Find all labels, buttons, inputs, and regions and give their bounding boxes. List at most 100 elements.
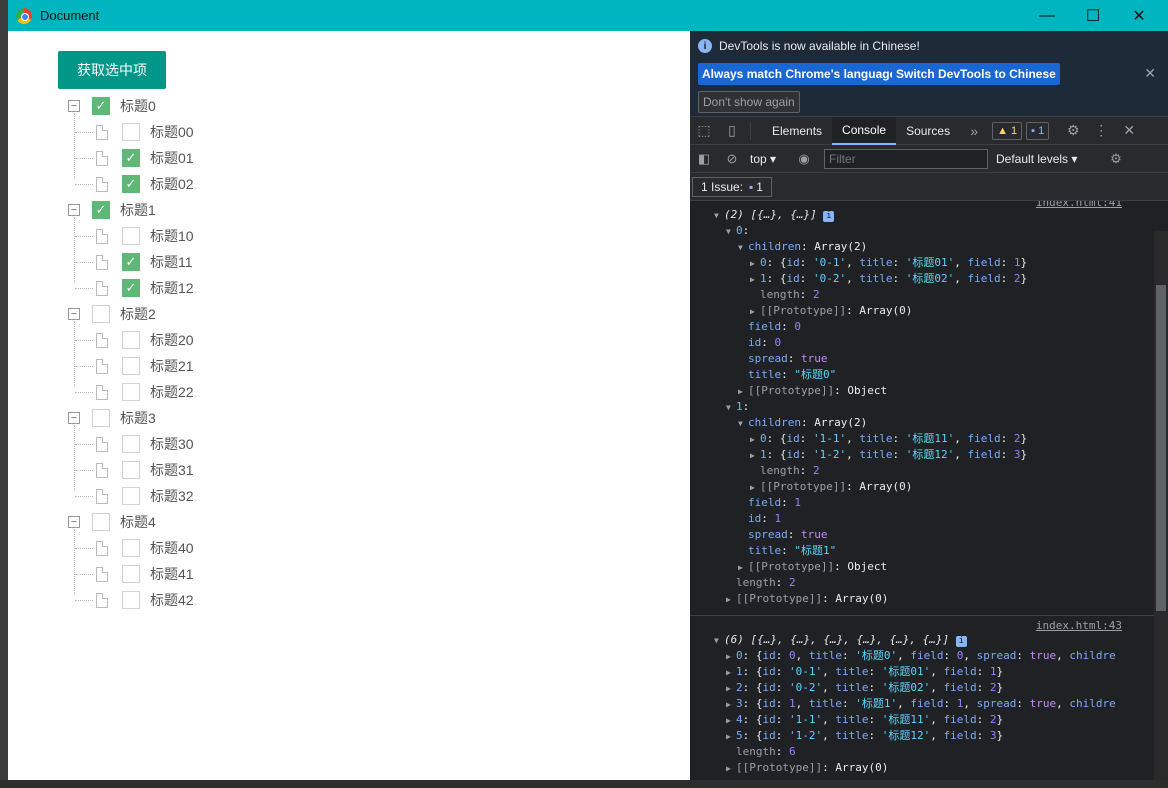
checkbox[interactable] [122, 123, 140, 141]
message-badge[interactable]: ▪ 1 [1026, 121, 1050, 140]
always-match-language-button[interactable]: Always match Chrome's language [698, 63, 901, 85]
checkbox[interactable] [92, 305, 110, 323]
checkbox[interactable] [122, 383, 140, 401]
settings-gear-icon[interactable]: ⚙ [1059, 122, 1087, 139]
tree-node[interactable]: ✓ 标题11 [68, 249, 194, 275]
console-line[interactable]: ▶ 1: {id: '0-2', title: '标题02', field: 2} [690, 271, 1168, 287]
collapse-toggle-icon[interactable]: − [68, 204, 80, 216]
collapse-toggle-icon[interactable]: − [68, 412, 80, 424]
collapse-toggle-icon[interactable]: − [68, 308, 80, 320]
console-line[interactable]: ▶ 0: {id: 0, title: '标题0', field: 0, spre… [690, 648, 1168, 664]
console-line: length: 2 [736, 576, 796, 589]
get-selected-button[interactable]: 获取选中项 [58, 51, 166, 89]
close-button[interactable]: ✕ [1116, 0, 1162, 31]
tree-node[interactable]: 标题31 [68, 457, 194, 483]
close-devtools-icon[interactable]: ✕ [1115, 122, 1143, 139]
console-scroll-thumb[interactable] [1156, 285, 1166, 611]
tab-elements[interactable]: Elements [762, 117, 832, 145]
tree-node[interactable]: 标题42 [68, 587, 194, 613]
tree-connector [75, 288, 93, 289]
console-line[interactable]: ▶ 1: {id: '0-1', title: '标题01', field: 1} [690, 664, 1168, 680]
tree-node[interactable]: 标题22 [68, 379, 194, 405]
tree-node[interactable]: 标题41 [68, 561, 194, 587]
warning-badge[interactable]: ▲ 1 [992, 121, 1023, 140]
checkbox[interactable] [92, 409, 110, 427]
tab-sources[interactable]: Sources [896, 117, 960, 145]
checkbox[interactable] [122, 357, 140, 375]
checkbox[interactable] [122, 227, 140, 245]
console-line[interactable]: ▶ [[Prototype]]: Array(0) [690, 591, 1168, 607]
console-line[interactable]: ▶ 0: {id: '0-1', title: '标题01', field: 1} [690, 255, 1168, 271]
collapse-toggle-icon[interactable]: − [68, 516, 80, 528]
console-line[interactable]: ▶ 1: {id: '1-2', title: '标题12', field: 3} [690, 447, 1168, 463]
console-line[interactable]: ▶ 5: {id: '1-2', title: '标题12', field: 3} [690, 728, 1168, 744]
checkbox[interactable] [122, 487, 140, 505]
collapse-toggle-icon[interactable]: − [68, 100, 80, 112]
log-levels-dropdown[interactable]: Default levels ▾ [996, 152, 1092, 166]
console-filter-input[interactable] [824, 148, 988, 169]
checkbox[interactable]: ✓ [92, 201, 110, 219]
console-settings-gear-icon[interactable]: ⚙ [1102, 151, 1130, 167]
file-icon [96, 566, 108, 582]
tree-node[interactable]: − ✓ 标题1 [68, 197, 194, 223]
checkbox[interactable] [92, 513, 110, 531]
checkbox[interactable] [122, 461, 140, 479]
console-line[interactable]: ▼ children: Array(2) [690, 239, 1168, 255]
checkbox[interactable] [122, 565, 140, 583]
device-toolbar-icon[interactable]: ▯ [718, 122, 746, 139]
tree-node[interactable]: − ✓ 标题0 [68, 93, 194, 119]
console-line[interactable]: ▶ [[Prototype]]: Array(0) [690, 479, 1168, 495]
console-line[interactable]: ▼ (6) [{…}, {…}, {…}, {…}, {…}, {…}] i [690, 632, 1168, 648]
console-line[interactable]: ▶ 0: {id: '1-1', title: '标题11', field: 2} [690, 431, 1168, 447]
tree-node[interactable]: 标题10 [68, 223, 194, 249]
tree-node[interactable]: − 标题3 [68, 405, 194, 431]
tree-node[interactable]: 标题40 [68, 535, 194, 561]
console-line[interactable]: ▼ (2) [{…}, {…}] i [690, 207, 1168, 223]
checkbox[interactable] [122, 591, 140, 609]
console-line[interactable]: ▶ [[Prototype]]: Array(0) [690, 303, 1168, 319]
close-infobar-icon[interactable]: ✕ [1144, 65, 1156, 82]
console-line[interactable]: ▶ [[Prototype]]: Object [690, 383, 1168, 399]
console-line[interactable]: ▼ 0: [690, 223, 1168, 239]
more-options-icon[interactable]: ⋮ [1087, 122, 1115, 139]
checkbox[interactable] [122, 331, 140, 349]
context-selector[interactable]: top ▾ [750, 152, 790, 166]
checkbox[interactable]: ✓ [122, 253, 140, 271]
node-label: 标题32 [150, 488, 194, 504]
inspect-element-icon[interactable]: ⬚ [690, 122, 718, 139]
tab-console[interactable]: Console [832, 116, 897, 145]
switch-to-chinese-button[interactable]: Switch DevTools to Chinese [892, 63, 1060, 85]
tree-node[interactable]: 标题20 [68, 327, 194, 353]
console-line[interactable]: ▶ 4: {id: '1-1', title: '标题11', field: 2} [690, 712, 1168, 728]
console-line[interactable]: ▼ children: Array(2) [690, 415, 1168, 431]
more-tabs-icon[interactable]: » [960, 123, 988, 139]
console-line[interactable]: ▶ 2: {id: '0-2', title: '标题02', field: 2} [690, 680, 1168, 696]
minimize-button[interactable]: — [1024, 0, 1070, 31]
checkbox[interactable] [122, 539, 140, 557]
tree-node[interactable]: − 标题2 [68, 301, 194, 327]
checkbox[interactable] [122, 435, 140, 453]
checkbox[interactable]: ✓ [92, 97, 110, 115]
issues-button[interactable]: 1 Issue: ▪ 1 [692, 176, 772, 197]
checkbox[interactable]: ✓ [122, 279, 140, 297]
sidebar-toggle-icon[interactable]: ◧ [690, 151, 718, 167]
tree-node[interactable]: 标题21 [68, 353, 194, 379]
tree-node[interactable]: 标题32 [68, 483, 194, 509]
console-line[interactable]: ▶ [[Prototype]]: Array(0) [690, 760, 1168, 776]
console-line[interactable]: ▶ [[Prototype]]: Object [690, 559, 1168, 575]
dont-show-again-button[interactable]: Don't show again [698, 91, 800, 113]
live-expression-eye-icon[interactable]: ◉ [790, 151, 818, 167]
checkbox[interactable]: ✓ [122, 175, 140, 193]
tree-node[interactable]: ✓ 标题01 [68, 145, 194, 171]
console-line[interactable]: ▼ 1: [690, 399, 1168, 415]
tree-node[interactable]: 标题00 [68, 119, 194, 145]
console-line[interactable]: ▶ 3: {id: 1, title: '标题1', field: 1, spre… [690, 696, 1168, 712]
tree-node[interactable]: − 标题4 [68, 509, 194, 535]
tree-node[interactable]: ✓ 标题02 [68, 171, 194, 197]
maximize-button[interactable]: ☐ [1070, 0, 1116, 31]
checkbox[interactable]: ✓ [122, 149, 140, 167]
tree-node[interactable]: ✓ 标题12 [68, 275, 194, 301]
node-label: 标题1 [120, 202, 156, 218]
tree-node[interactable]: 标题30 [68, 431, 194, 457]
clear-console-icon[interactable]: ⊘ [718, 151, 746, 167]
